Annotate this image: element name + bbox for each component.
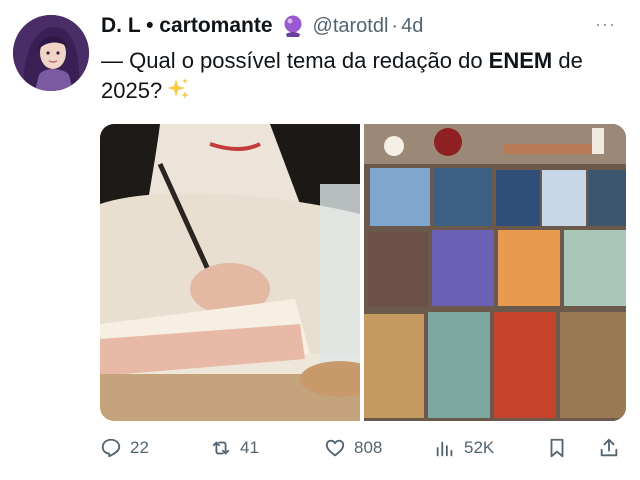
reply-count: 22	[130, 438, 149, 457]
tweet-header: D. L • cartomante @tarotdl · 4d ···	[101, 12, 616, 40]
reply-button[interactable]: 22	[100, 432, 149, 464]
views-chart-icon	[436, 441, 453, 457]
author-avatar[interactable]	[13, 15, 89, 91]
photo-woman-writing[interactable]	[100, 124, 360, 421]
repost-count: 41	[240, 438, 259, 457]
action-bar: 22 41 808 52K	[100, 432, 626, 464]
heart-icon	[325, 439, 345, 457]
tweet-text-prefix: — Qual o possível tema da redação do	[101, 48, 489, 73]
more-options-icon[interactable]: ···	[595, 14, 616, 35]
author-handle[interactable]: @tarotdl	[313, 15, 389, 38]
views-button[interactable]: 52K	[434, 432, 494, 464]
reply-icon	[101, 438, 121, 458]
views-count: 52K	[464, 438, 495, 457]
share-icon	[600, 438, 618, 457]
sparkles-icon	[166, 77, 190, 101]
repost-icon	[212, 441, 230, 455]
tweet-text-bold: ENEM	[488, 48, 553, 73]
bookmark-button[interactable]	[546, 432, 568, 464]
tweet-text: — Qual o possível tema da redação do ENE…	[101, 46, 611, 106]
crystal-ball-icon	[281, 14, 305, 38]
repost-button[interactable]: 41	[210, 432, 259, 464]
bookmark-icon	[550, 438, 564, 458]
like-button[interactable]: 808	[324, 432, 382, 464]
like-count: 808	[354, 438, 383, 457]
author-name[interactable]: D. L • cartomante	[101, 14, 273, 38]
photo-tarot-cards[interactable]	[364, 124, 626, 421]
share-button[interactable]	[598, 432, 620, 464]
separator-dot: ·	[391, 14, 399, 37]
media-grid	[100, 124, 626, 421]
tweet-timestamp[interactable]: 4d	[401, 15, 423, 38]
